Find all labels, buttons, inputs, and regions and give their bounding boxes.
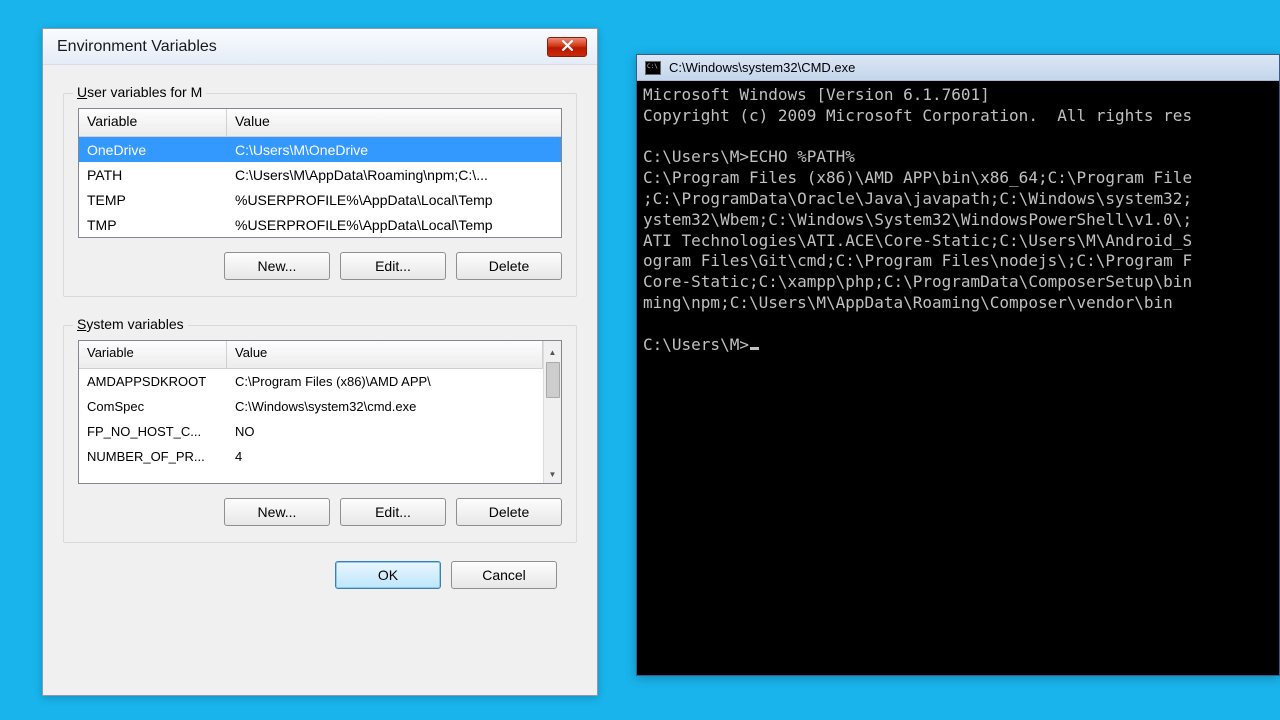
col-header-variable[interactable]: Variable <box>79 341 227 368</box>
system-edit-button[interactable]: Edit... <box>340 498 446 526</box>
user-variables-group: User variables for M Variable Value OneD… <box>63 93 577 297</box>
system-variables-label: System variables <box>73 316 188 332</box>
system-delete-button[interactable]: Delete <box>456 498 562 526</box>
table-row[interactable]: TMP%USERPROFILE%\AppData\Local\Temp <box>79 212 561 237</box>
col-header-value[interactable]: Value <box>227 109 561 136</box>
scrollbar[interactable]: ▲ ▼ <box>543 341 561 483</box>
dialog-titlebar[interactable]: Environment Variables <box>43 29 597 65</box>
scroll-down-icon[interactable]: ▼ <box>549 465 557 483</box>
environment-variables-dialog: Environment Variables User variables for… <box>42 28 598 696</box>
cell-value: 4 <box>227 446 543 467</box>
col-header-value[interactable]: Value <box>227 341 543 368</box>
cursor-icon <box>750 347 759 350</box>
cmd-window: C:\Windows\system32\CMD.exe Microsoft Wi… <box>636 54 1280 676</box>
cell-value: C:\Users\M\AppData\Roaming\npm;C:\... <box>227 164 561 186</box>
cell-value: C:\Program Files (x86)\AMD APP\ <box>227 371 543 392</box>
table-row[interactable]: TEMP%USERPROFILE%\AppData\Local\Temp <box>79 187 561 212</box>
cmd-title: C:\Windows\system32\CMD.exe <box>669 60 855 75</box>
cell-value: %USERPROFILE%\AppData\Local\Temp <box>227 214 561 236</box>
table-row[interactable]: PATHC:\Users\M\AppData\Roaming\npm;C:\..… <box>79 162 561 187</box>
system-variables-table[interactable]: Variable Value AMDAPPSDKROOTC:\Program F… <box>78 340 562 484</box>
system-new-button[interactable]: New... <box>224 498 330 526</box>
cell-variable: ComSpec <box>79 396 227 417</box>
table-row[interactable]: FP_NO_HOST_C...NO <box>79 419 543 444</box>
cell-value: %USERPROFILE%\AppData\Local\Temp <box>227 189 561 211</box>
cmd-titlebar[interactable]: C:\Windows\system32\CMD.exe <box>637 55 1279 81</box>
cmd-output[interactable]: Microsoft Windows [Version 6.1.7601] Cop… <box>637 81 1279 675</box>
table-header: Variable Value <box>79 109 561 137</box>
user-variables-label: User variables for M <box>73 84 206 100</box>
table-row[interactable]: NUMBER_OF_PR...4 <box>79 444 543 469</box>
dialog-title: Environment Variables <box>57 38 547 56</box>
user-new-button[interactable]: New... <box>224 252 330 280</box>
cell-variable: OneDrive <box>79 139 227 161</box>
cell-value: NO <box>227 421 543 442</box>
scroll-up-icon[interactable]: ▲ <box>549 343 557 361</box>
cell-value: C:\Windows\system32\cmd.exe <box>227 396 543 417</box>
cell-variable: NUMBER_OF_PR... <box>79 446 227 467</box>
close-button[interactable] <box>547 37 587 57</box>
scroll-thumb[interactable] <box>546 362 560 398</box>
ok-button[interactable]: OK <box>335 561 441 589</box>
user-delete-button[interactable]: Delete <box>456 252 562 280</box>
table-header: Variable Value <box>79 341 543 369</box>
cell-variable: FP_NO_HOST_C... <box>79 421 227 442</box>
cell-variable: PATH <box>79 164 227 186</box>
table-row[interactable]: OneDriveC:\Users\M\OneDrive <box>79 137 561 162</box>
cell-variable: TEMP <box>79 189 227 211</box>
user-variables-table[interactable]: Variable Value OneDriveC:\Users\M\OneDri… <box>78 108 562 238</box>
system-variables-group: System variables Variable Value AMDAPPSD… <box>63 325 577 543</box>
user-edit-button[interactable]: Edit... <box>340 252 446 280</box>
cmd-icon <box>645 61 661 75</box>
table-row[interactable]: AMDAPPSDKROOTC:\Program Files (x86)\AMD … <box>79 369 543 394</box>
cell-variable: AMDAPPSDKROOT <box>79 371 227 392</box>
close-icon <box>562 39 573 54</box>
cancel-button[interactable]: Cancel <box>451 561 557 589</box>
table-row[interactable]: ComSpecC:\Windows\system32\cmd.exe <box>79 394 543 419</box>
cell-variable: TMP <box>79 214 227 236</box>
col-header-variable[interactable]: Variable <box>79 109 227 136</box>
cell-value: C:\Users\M\OneDrive <box>227 139 561 161</box>
